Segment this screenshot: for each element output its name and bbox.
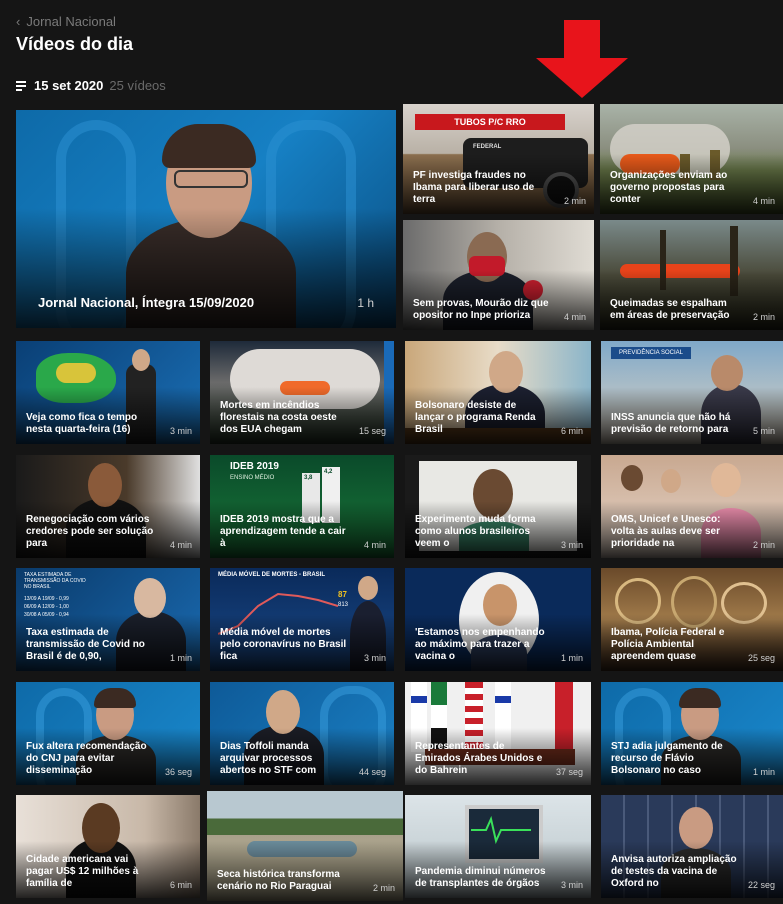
video-duration: 2 min [563,196,586,206]
video-caption: Média móvel de mortes pelo coronavírus n… [220,627,347,662]
media-value-1: 87 [338,590,347,599]
federal-text: FEDERAL [473,144,502,150]
video-card[interactable]: Bolsonaro desiste de lançar o programa R… [405,341,591,444]
video-duration: 2 min [752,312,775,322]
truck-sign-text: TUBOS P/C RRO [415,114,565,130]
video-card[interactable]: MÉDIA MÓVEL DE MORTES - BRASIL 87 813 Mé… [210,568,394,671]
video-duration: 3 min [560,880,583,890]
video-card[interactable]: Renegociação com vários credores pode se… [16,455,200,558]
media-title-text: MÉDIA MÓVEL DE MORTES - BRASIL [218,572,326,578]
video-caption: Dias Toffoli manda arquivar processos ab… [220,741,317,776]
video-card[interactable]: 'Estamos nos empenhando ao máximo para t… [405,568,591,671]
video-card[interactable]: Anvisa autoriza ampliação de testes da v… [601,795,783,898]
video-card[interactable]: Fux altera recomendação do CNJ para evit… [16,682,200,785]
video-duration: 4 min [563,312,586,322]
video-caption: Veja como fica o tempo nesta quarta-feir… [26,412,138,435]
video-card[interactable]: Seca histórica transforma cenário no Rio… [207,791,403,901]
video-duration: 5 min [752,426,775,436]
video-caption: IDEB 2019 mostra que a aprendizagem tend… [220,514,346,549]
date-filter[interactable]: 15 set 2020 25 vídeos [16,78,166,93]
video-card[interactable]: Ibama, Polícia Federal e Polícia Ambient… [601,568,783,671]
video-caption: 'Estamos nos empenhando ao máximo para t… [415,627,545,662]
video-card[interactable]: TAXA ESTIMADA DE TRANSMISSÃO DA COVID NO… [16,568,200,671]
video-card[interactable]: Experimento muda forma como alunos brasi… [405,455,591,558]
video-duration: 1 min [560,653,583,663]
video-caption: Representantes de Emirados Árabes Unidos… [415,741,543,776]
featured-duration: 1 h [357,296,374,310]
ideb-value-1: 3,8 [304,475,313,481]
video-card[interactable]: Queimadas se espalham em áreas de preser… [600,220,783,330]
videos-panel: ‹ Jornal Nacional Vídeos do dia 15 set 2… [0,0,783,904]
video-card[interactable]: Veja como fica o tempo nesta quarta-feir… [16,341,200,444]
video-duration: 2 min [372,883,395,893]
video-card[interactable]: Organizações enviam ao governo propostas… [600,104,783,214]
video-duration: 6 min [169,880,192,890]
video-card[interactable]: PREVIDÊNCIA SOCIAL INSS anuncia que não … [601,341,783,444]
back-link-label: Jornal Nacional [26,14,116,29]
covid-row-2: 06/09 A 12/09 - 1,00 [24,604,69,610]
video-caption: Queimadas se espalham em áreas de preser… [610,298,730,321]
video-duration: 36 seg [164,767,192,777]
video-caption: Pandemia diminui números de transplantes… [415,866,546,889]
featured-caption: Jornal Nacional, Íntegra 15/09/2020 [38,295,255,310]
video-caption: Seca histórica transforma cenário no Rio… [217,869,340,892]
covid-title-text: TAXA ESTIMADA DE TRANSMISSÃO DA COVID NO… [24,572,86,590]
video-caption: Sem provas, Mourão diz que opositor no I… [413,298,549,321]
video-duration: 1 min [169,653,192,663]
video-duration: 1 min [752,767,775,777]
video-caption: Renegociação com vários credores pode se… [26,514,154,549]
inss-sign-text: PREVIDÊNCIA SOCIAL [611,347,691,359]
video-caption: Cidade americana vai pagar US$ 12 milhõe… [26,854,139,889]
video-duration: 3 min [363,653,386,663]
video-duration: 4 min [752,196,775,206]
video-caption: PF investiga fraudes no Ibama para liber… [413,170,535,205]
page-title: Vídeos do dia [16,34,134,54]
video-duration: 2 min [752,540,775,550]
video-card[interactable]: Representantes de Emirados Árabes Unidos… [405,682,591,785]
list-icon [16,80,28,91]
red-arrow-annotation [536,20,628,98]
video-card[interactable]: STJ adia julgamento de recurso de Flávio… [601,682,783,785]
video-duration: 44 seg [358,767,386,777]
chevron-left-icon: ‹ [16,14,21,29]
video-duration: 4 min [363,540,386,550]
video-caption: STJ adia julgamento de recurso de Flávio… [611,741,723,776]
video-card[interactable]: Pandemia diminui números de transplantes… [405,795,591,898]
video-count: 25 vídeos [109,78,166,93]
video-caption: Taxa estimada de transmissão de Covid no… [26,627,145,662]
video-caption: Anvisa autoriza ampliação de testes da v… [611,854,737,889]
video-caption: OMS, Unicef e Unesco: volta às aulas dev… [611,514,721,549]
video-card[interactable]: Sem provas, Mourão diz que opositor no I… [403,220,594,330]
ideb-subtitle-text: ENSINO MÉDIO [230,475,275,481]
video-card[interactable]: TUBOS P/C RRO FEDERAL PF investiga fraud… [403,104,594,214]
video-duration: 3 min [560,540,583,550]
video-caption: Bolsonaro desiste de lançar o programa R… [415,400,536,435]
video-caption: Fux altera recomendação do CNJ para evit… [26,741,147,776]
video-duration: 6 min [560,426,583,436]
video-card[interactable]: OMS, Unicef e Unesco: volta às aulas dev… [601,455,783,558]
video-duration: 25 seg [747,653,775,663]
back-link[interactable]: ‹ Jornal Nacional [16,14,116,29]
video-caption: INSS anuncia que não há previsão de reto… [611,412,731,435]
featured-video-card[interactable]: Jornal Nacional, Íntegra 15/09/2020 1 h [16,110,396,328]
video-card[interactable]: Dias Toffoli manda arquivar processos ab… [210,682,394,785]
video-caption: Experimento muda forma como alunos brasi… [415,514,536,549]
video-duration: 37 seg [555,767,583,777]
video-duration: 3 min [169,426,192,436]
video-duration: 22 seg [747,880,775,890]
video-caption: Mortes em incêndios florestais na costa … [220,400,337,435]
video-card[interactable]: Cidade americana vai pagar US$ 12 milhõe… [16,795,200,898]
video-card[interactable]: Mortes em incêndios florestais na costa … [210,341,394,444]
media-value-2: 813 [338,602,349,608]
ideb-value-2: 4,2 [324,469,333,475]
video-card[interactable]: IDEB 2019 ENSINO MÉDIO 3,8 4,2 IDEB 2019… [210,455,394,558]
video-duration: 4 min [169,540,192,550]
video-caption: Ibama, Polícia Federal e Polícia Ambient… [611,627,725,662]
video-caption: Organizações enviam ao governo propostas… [610,170,728,205]
covid-row-1: 13/09 A 19/09 - 0,99 [24,596,69,602]
ideb-title-text: IDEB 2019 [230,461,279,472]
video-duration: 15 seg [358,426,386,436]
date-label: 15 set 2020 [34,78,104,93]
